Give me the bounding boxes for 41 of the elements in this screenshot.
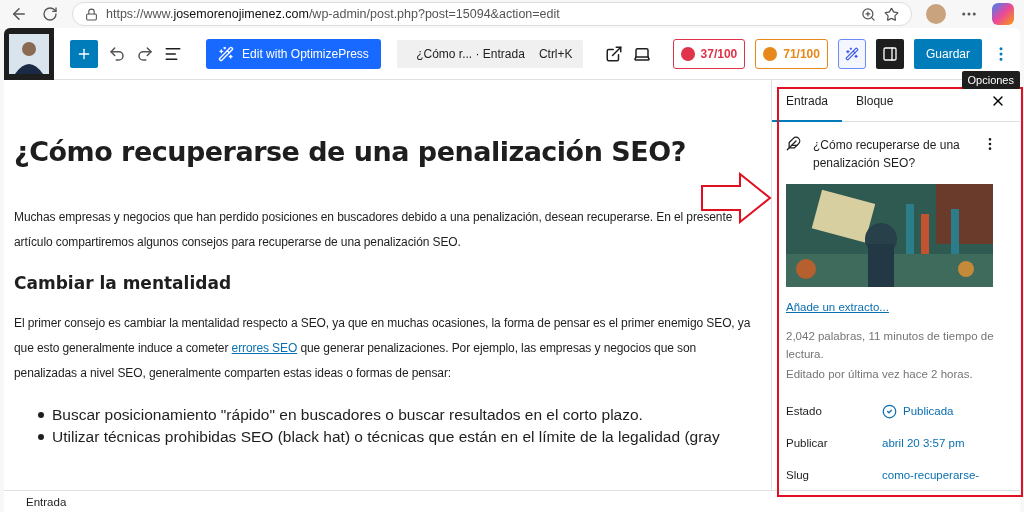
section-heading: Cambiar la mentalidad xyxy=(14,273,233,293)
reload-icon[interactable] xyxy=(42,6,58,22)
last-edited-text: Editado por última vez hace 2 horas. xyxy=(786,367,974,382)
magic-wand-icon xyxy=(844,45,859,62)
redo-icon[interactable] xyxy=(136,44,155,63)
check-circle-icon xyxy=(882,403,897,419)
list-item: Buscar posicionamiento "rápido" en buscadores o buscar resultados en el corto plazo. xyxy=(38,404,751,426)
post-title[interactable]: ¿Cómo recuperarse de una penalización SEO? xyxy=(14,136,751,167)
field-value[interactable]: como-recuperarse- xyxy=(882,469,980,481)
site-icon[interactable] xyxy=(4,28,55,80)
optimizepress-button[interactable]: Edit with OptimizePress xyxy=(206,38,381,69)
list-item: Utilizar técnicas prohibidas SEO (black hat) o técnicas que están en el límite de la legalidad (gray xyxy=(38,426,751,448)
field-value[interactable]: Publicada xyxy=(882,403,954,419)
paragraph: Muchas empresas y negocios que han perdido posiciones en buscadores debido a una penalización, desean recuperarse. En el presente artículo compartiremos algunos consejos para recuperarse de una penalización SEO. xyxy=(14,209,734,251)
panel-icon xyxy=(881,45,898,62)
field-label: Publicar xyxy=(786,437,829,449)
score-button[interactable]: 37/100 xyxy=(672,38,746,69)
sidebar-tab[interactable]: Entrada xyxy=(772,79,843,122)
assistant-icon[interactable] xyxy=(992,3,1014,25)
excerpt-link[interactable]: Añade un extracto... xyxy=(786,301,998,313)
inline-link[interactable]: errores SEO xyxy=(231,341,298,355)
address-bar[interactable]: https://www.josemorenojimenez.com/wp-admin/post.php?post=15094&action=edit xyxy=(72,2,912,26)
sidebar-tab[interactable]: Bloque xyxy=(842,79,908,122)
save-button[interactable]: Guardar xyxy=(913,38,982,69)
magic-wand-button[interactable] xyxy=(837,38,866,69)
add-block-button[interactable] xyxy=(70,39,99,68)
field-label: Slug xyxy=(786,469,811,481)
field-label: Estado xyxy=(786,405,823,417)
feather-icon xyxy=(786,136,801,151)
sidebar-toggle[interactable] xyxy=(875,38,904,69)
undo-icon[interactable] xyxy=(108,44,127,63)
paragraph: El primer consejo es cambiar la mentalidad respecto a SEO, ya que en muchas ocasiones, la forma de pensar es el primer enemigo SEO, ya que esto generalmente induce a cometer errores SEO que generar penalizaciones. Por ejemplo, las empresas y negocios que son penalizadas a nivel SEO, generalmente comparten estas ideas o formas de pensar: xyxy=(14,315,751,382)
command-bar[interactable]: ¿Cómo r... · Entrada Ctrl+K xyxy=(396,39,583,68)
magic-wand-icon xyxy=(218,45,235,62)
word-count-text: 2,042 palabras, 11 minutos de tiempo de lectura. xyxy=(786,329,995,362)
breadcrumb[interactable]: Entrada xyxy=(26,495,67,508)
external-link-icon[interactable] xyxy=(604,44,623,63)
back-icon[interactable] xyxy=(10,5,28,23)
tooltip: Opciones xyxy=(961,71,1020,89)
post-summary-title: ¿Cómo recuperarse de una penalización SEO? xyxy=(813,137,961,172)
field-value[interactable]: abril 20 3:57 pm xyxy=(882,437,965,449)
